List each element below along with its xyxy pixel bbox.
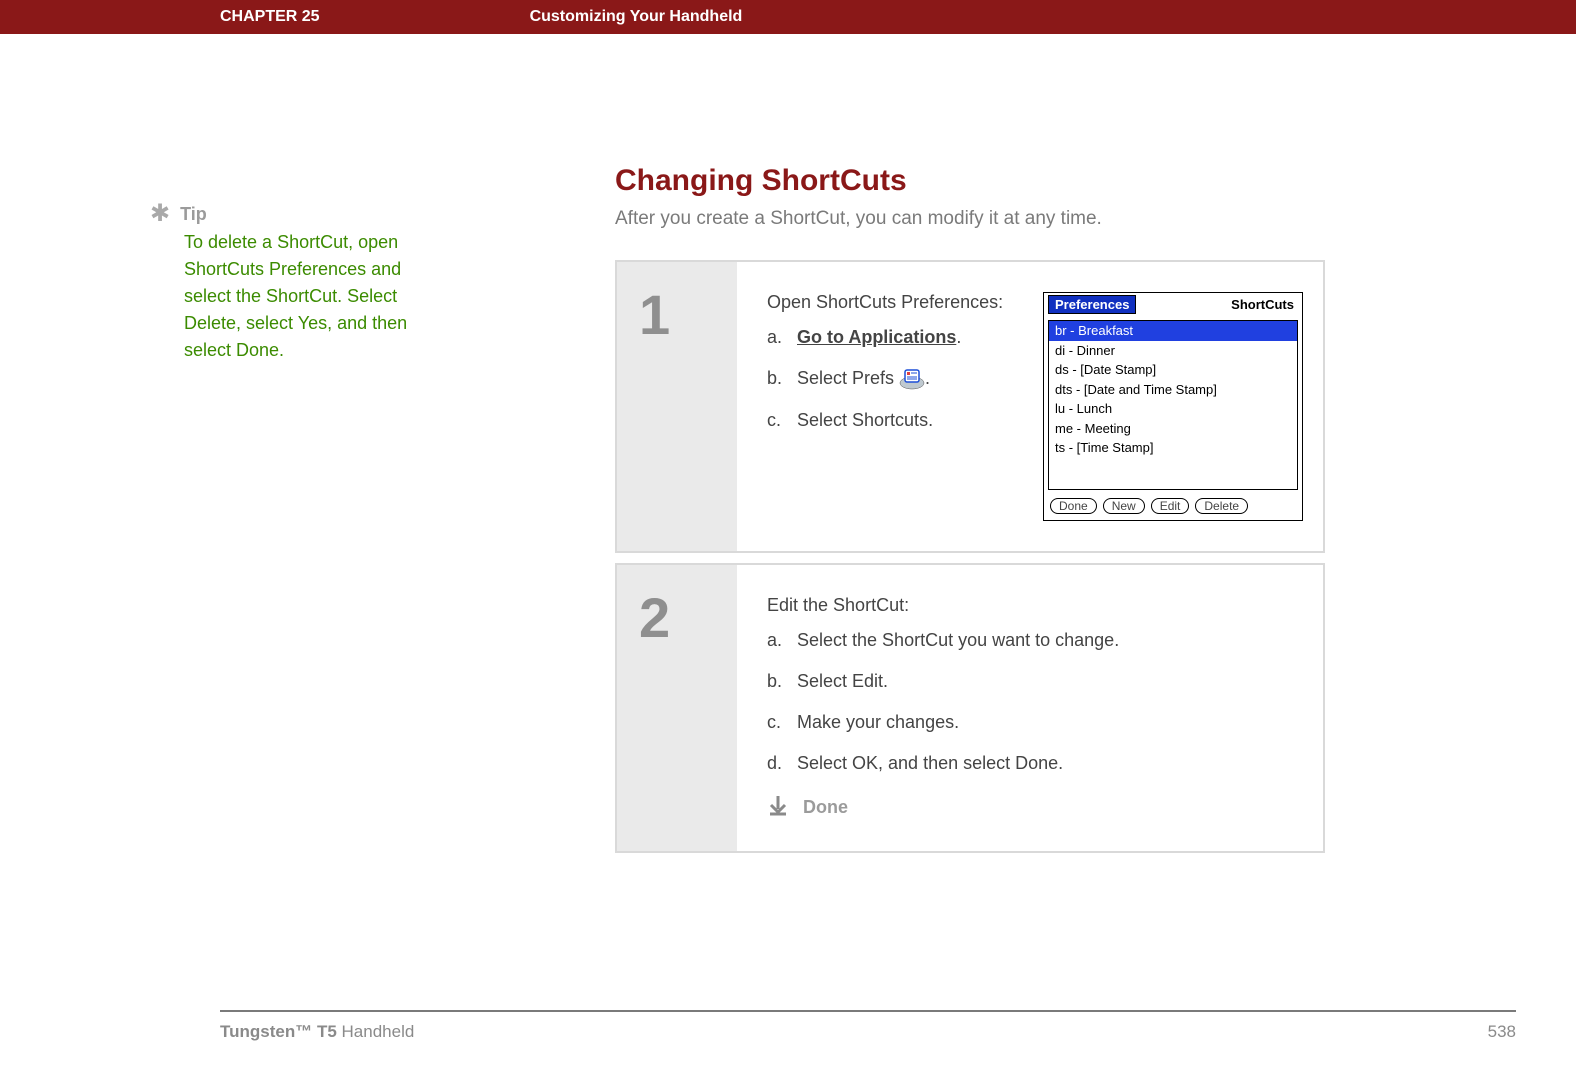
- step-2b-text: Select Edit.: [797, 671, 888, 692]
- palm-new-button[interactable]: New: [1103, 498, 1145, 514]
- tip-label: Tip: [180, 204, 207, 225]
- header-title: Customizing Your Handheld: [530, 8, 743, 26]
- palm-item-me[interactable]: me - Meeting: [1049, 419, 1297, 439]
- palm-shortcut-list: br - Breakfast di - Dinner ds - [Date St…: [1048, 320, 1298, 490]
- palm-item-ts[interactable]: ts - [Time Stamp]: [1049, 438, 1297, 458]
- step-2a-letter: a.: [767, 630, 789, 651]
- step-1-number: 1: [617, 262, 737, 551]
- step-1b-letter: b.: [767, 368, 789, 390]
- page-number: 538: [1488, 1022, 1516, 1042]
- page-footer: Tungsten™ T5 Handheld 538: [0, 1010, 1576, 1042]
- step-1-heading: Open ShortCuts Preferences:: [767, 292, 1023, 313]
- palm-item-dts[interactable]: dts - [Date and Time Stamp]: [1049, 380, 1297, 400]
- step-2: 2 Edit the ShortCut: a. Select the ShortC…: [615, 563, 1325, 853]
- done-arrow-icon: [767, 794, 789, 821]
- palm-done-button[interactable]: Done: [1050, 498, 1097, 514]
- chapter-label: CHAPTER 25: [220, 8, 320, 26]
- palm-category: ShortCuts: [1231, 297, 1298, 312]
- step-1a-letter: a.: [767, 327, 789, 348]
- go-to-applications-link[interactable]: Go to Applications: [797, 327, 956, 347]
- step-1a-post: .: [956, 327, 961, 347]
- step-1: 1 Open ShortCuts Preferences: a. Go to A…: [615, 260, 1325, 553]
- product-name: Tungsten™ T5 Handheld: [220, 1022, 414, 1042]
- tip-asterisk-icon: ✱: [150, 204, 170, 224]
- palm-item-di[interactable]: di - Dinner: [1049, 341, 1297, 361]
- section-title: Changing ShortCuts: [615, 164, 1325, 198]
- tip-body: To delete a ShortCut, open ShortCuts Pre…: [184, 229, 450, 364]
- step-2d-text: Select OK, and then select Done.: [797, 753, 1063, 774]
- step-2c-text: Make your changes.: [797, 712, 959, 733]
- step-1c-letter: c.: [767, 410, 789, 431]
- step-2-number: 2: [617, 565, 737, 851]
- step-2-heading: Edit the ShortCut:: [767, 595, 1303, 616]
- step-2d-letter: d.: [767, 753, 789, 774]
- prefs-icon: [899, 368, 925, 390]
- step-1c-text: Select Shortcuts.: [797, 410, 933, 431]
- done-label: Done: [803, 797, 848, 818]
- section-subtitle: After you create a ShortCut, you can mod…: [615, 208, 1325, 230]
- palm-item-ds[interactable]: ds - [Date Stamp]: [1049, 360, 1297, 380]
- step-1b-post: .: [925, 368, 930, 388]
- palm-item-br[interactable]: br - Breakfast: [1049, 321, 1297, 341]
- header-bar: CHAPTER 25 Customizing Your Handheld: [0, 0, 1576, 34]
- palm-item-lu[interactable]: lu - Lunch: [1049, 399, 1297, 419]
- palm-screenshot: Preferences ShortCuts br - Breakfast di …: [1043, 292, 1303, 521]
- palm-delete-button[interactable]: Delete: [1195, 498, 1248, 514]
- palm-edit-button[interactable]: Edit: [1151, 498, 1190, 514]
- tip-sidebar: ✱ Tip To delete a ShortCut, open ShortCu…: [150, 204, 450, 364]
- step-2a-text: Select the ShortCut you want to change.: [797, 630, 1119, 651]
- step-2b-letter: b.: [767, 671, 789, 692]
- palm-title: Preferences: [1048, 295, 1136, 314]
- step-1b-text: Select Prefs: [797, 368, 899, 388]
- step-2c-letter: c.: [767, 712, 789, 733]
